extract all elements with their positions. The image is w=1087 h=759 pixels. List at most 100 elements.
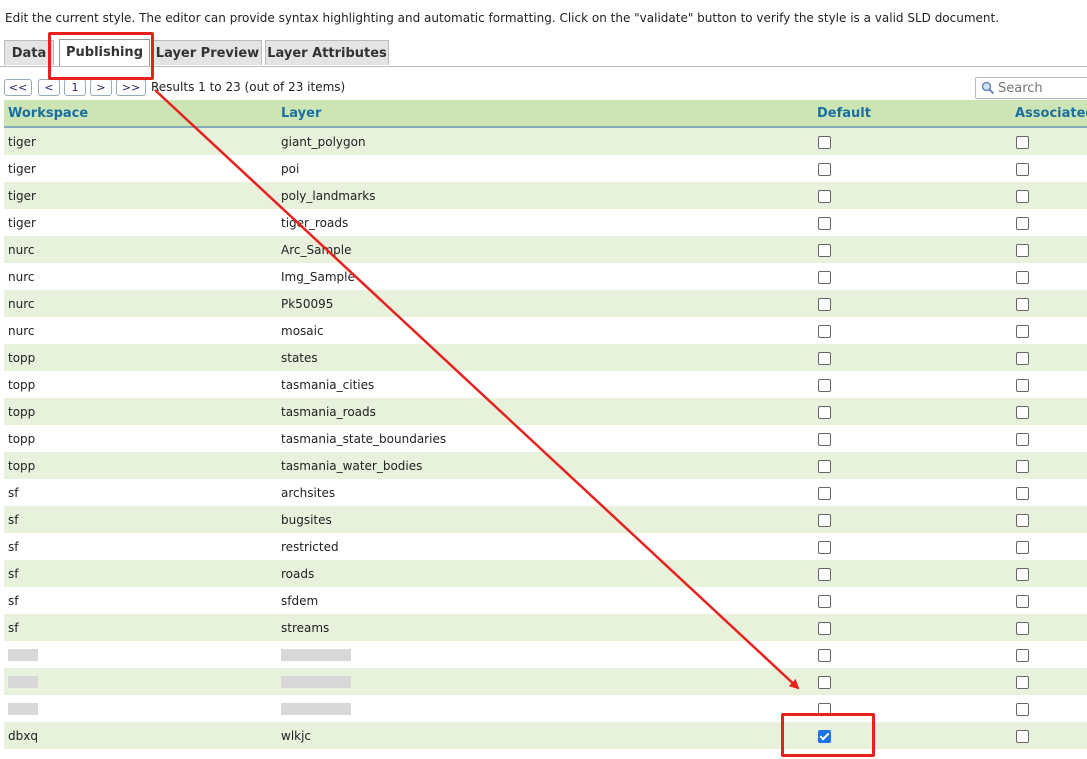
associated-checkbox[interactable] [1016,648,1029,662]
default-checkbox[interactable] [818,432,831,446]
associated-checkbox[interactable] [1016,459,1029,473]
associated-checkbox[interactable] [1016,675,1029,689]
default-checkbox[interactable] [818,594,831,608]
default-checkbox[interactable] [818,459,831,473]
associated-checkbox[interactable] [1016,297,1029,311]
cell-workspace: nurc [4,317,277,344]
default-checkbox[interactable] [818,540,831,554]
workspace-name: tiger [8,215,36,230]
cell-workspace: nurc [4,263,277,290]
cell-associated [1011,506,1087,533]
cell-default [813,614,1011,641]
cell-layer [277,641,813,668]
default-checkbox[interactable] [818,243,831,257]
default-checkbox[interactable] [818,135,831,149]
cell-associated [1011,641,1087,668]
cell-default [813,668,1011,695]
associated-checkbox[interactable] [1016,702,1029,716]
layer-name: tasmania_state_boundaries [281,431,447,446]
tab-data[interactable]: Data [4,40,54,65]
associated-checkbox[interactable] [1016,432,1029,446]
redacted-text [281,703,351,715]
tab-layer-attributes[interactable]: Layer Attributes [265,40,389,65]
cell-default [813,127,1011,155]
associated-checkbox[interactable] [1016,189,1029,203]
layer-name: sfdem [281,593,319,608]
associated-checkbox[interactable] [1016,162,1029,176]
associated-checkbox[interactable] [1016,324,1029,338]
cell-layer: poly_landmarks [277,182,813,209]
cell-associated [1011,209,1087,236]
column-header-default[interactable]: Default [813,100,1011,128]
workspace-name: sf [8,593,19,608]
cell-layer: Pk50095 [277,290,813,317]
associated-checkbox[interactable] [1016,243,1029,257]
default-checkbox[interactable] [818,648,831,662]
layer-name: tasmania_cities [281,377,375,392]
layer-name: poi [281,161,300,176]
associated-checkbox[interactable] [1016,540,1029,554]
workspace-name: tiger [8,134,36,149]
cell-associated [1011,560,1087,587]
redacted-text [281,676,351,688]
associated-checkbox[interactable] [1016,486,1029,500]
column-header-layer[interactable]: Layer [277,100,813,128]
workspace-name: nurc [8,323,35,338]
associated-checkbox[interactable] [1016,351,1029,365]
last-page-button[interactable]: >> [116,79,146,96]
column-header-workspace[interactable]: Workspace [4,100,277,128]
layer-name: tiger_roads [281,215,349,230]
default-checkbox[interactable] [818,621,831,635]
associated-checkbox[interactable] [1016,270,1029,284]
page-1-button[interactable]: 1 [64,79,86,96]
default-checkbox[interactable] [818,675,831,689]
default-checkbox[interactable] [818,216,831,230]
workspace-name: sf [8,485,19,500]
layer-name: Pk50095 [281,296,334,311]
associated-checkbox[interactable] [1016,567,1029,581]
default-checkbox[interactable] [818,378,831,392]
cell-default [813,344,1011,371]
associated-checkbox[interactable] [1016,594,1029,608]
associated-checkbox[interactable] [1016,378,1029,392]
default-checkbox[interactable] [818,351,831,365]
layer-name: states [281,350,318,365]
default-checkbox[interactable] [818,297,831,311]
next-page-button[interactable]: > [90,79,112,96]
default-checkbox[interactable] [818,324,831,338]
default-checkbox[interactable] [818,189,831,203]
associated-checkbox[interactable] [1016,405,1029,419]
associated-checkbox[interactable] [1016,513,1029,527]
column-header-associated[interactable]: Associated [1011,100,1087,128]
cell-default [813,155,1011,182]
cell-default [813,641,1011,668]
cell-associated [1011,398,1087,425]
workspace-name: nurc [8,296,35,311]
cell-layer: archsites [277,479,813,506]
cell-workspace: tiger [4,209,277,236]
tab-layer-preview[interactable]: Layer Preview [153,40,262,65]
default-checkbox[interactable] [818,162,831,176]
default-checkbox[interactable] [818,513,831,527]
table-row: sf bugsites [4,506,1087,533]
layer-name: mosaic [281,323,324,338]
cell-layer: restricted [277,533,813,560]
workspace-name: topp [8,431,36,446]
associated-checkbox[interactable] [1016,729,1029,743]
associated-checkbox[interactable] [1016,621,1029,635]
default-checkbox[interactable] [818,270,831,284]
default-checkbox[interactable] [818,567,831,581]
workspace-name: topp [8,377,36,392]
first-page-button[interactable]: << [4,79,32,96]
workspace-name: sf [8,620,19,635]
search-box[interactable] [975,77,1087,99]
default-checkbox[interactable] [818,486,831,500]
associated-checkbox[interactable] [1016,216,1029,230]
layer-name: Img_Sample [281,269,355,284]
cell-workspace: nurc [4,290,277,317]
associated-checkbox[interactable] [1016,135,1029,149]
prev-page-button[interactable]: < [38,79,60,96]
page-intro-text: Edit the current style. The editor can p… [5,11,1000,25]
search-input[interactable] [998,79,1087,97]
default-checkbox[interactable] [818,405,831,419]
